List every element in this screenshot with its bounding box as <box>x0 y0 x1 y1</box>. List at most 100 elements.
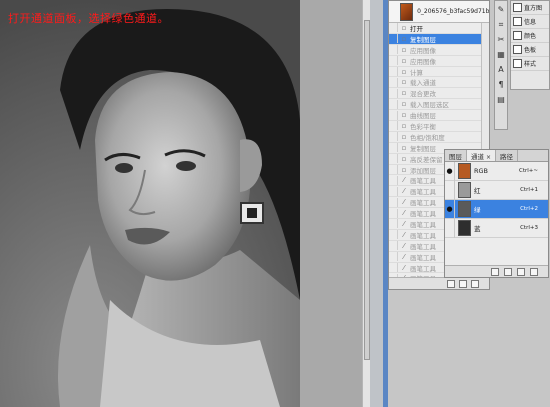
save-selection-icon[interactable] <box>504 267 512 276</box>
note-icon[interactable]: ▤ <box>495 94 507 106</box>
brush-icon[interactable]: ✎ <box>495 4 507 16</box>
history-source-checkbox[interactable] <box>389 252 398 262</box>
history-source-checkbox[interactable] <box>389 219 398 229</box>
new-document-icon[interactable] <box>447 279 455 288</box>
load-selection-icon[interactable] <box>491 267 499 276</box>
history-source-checkbox[interactable] <box>389 99 398 109</box>
dock-item[interactable]: 直方图 <box>511 1 549 15</box>
step-icon: ▫ <box>401 34 407 43</box>
grid-icon[interactable]: ▦ <box>495 49 507 61</box>
visibility-eye-icon[interactable]: ● <box>445 161 455 181</box>
history-snapshot[interactable]: 0_206576_b3fac59d71b... <box>389 1 489 23</box>
history-item[interactable]: ▫ 应用图像 <box>389 56 489 67</box>
dock-item[interactable]: 信息 <box>511 15 549 29</box>
history-item[interactable]: ▫ 应用图像 <box>389 45 489 56</box>
channel-footer <box>445 265 548 277</box>
scissors-icon[interactable]: ✂ <box>495 34 507 46</box>
channel-list: ● RGB Ctrl+~ 红 Ctrl+1 ● 绿 Ctrl+2 蓝 Ctrl+3 <box>445 161 548 238</box>
history-source-checkbox[interactable] <box>389 263 398 273</box>
channel-thumbnail <box>458 163 471 179</box>
text-icon[interactable]: A <box>495 64 507 76</box>
history-source-checkbox[interactable] <box>389 154 398 164</box>
visibility-eye-icon[interactable] <box>445 180 455 200</box>
history-source-checkbox[interactable] <box>389 77 398 87</box>
canvas-divider <box>370 0 383 407</box>
history-item[interactable]: ▫ 复制图层 <box>389 33 489 45</box>
channel-shortcut: Ctrl+1 <box>520 187 538 193</box>
channel-row[interactable]: ● 绿 Ctrl+2 <box>445 199 548 219</box>
history-source-checkbox[interactable] <box>389 143 398 153</box>
brush-icon: ⁄ <box>403 209 405 218</box>
visibility-eye-icon[interactable] <box>445 218 455 238</box>
history-source-checkbox[interactable] <box>389 241 398 251</box>
history-source-checkbox[interactable] <box>389 186 398 196</box>
history-item-label: 画笔工具 <box>410 199 436 208</box>
new-snapshot-icon[interactable] <box>459 279 467 288</box>
trash-icon[interactable] <box>471 279 479 288</box>
history-source-checkbox[interactable] <box>389 121 398 131</box>
right-dock: 直方图信息 颜色 色板 样式 <box>510 0 550 90</box>
history-item-label: 高反差保留 <box>410 155 443 164</box>
history-source-checkbox[interactable] <box>389 165 398 175</box>
history-item-label: 混合更改 <box>410 90 436 99</box>
history-item[interactable]: ▫ 打开 <box>389 23 489 34</box>
channel-row[interactable]: ● RGB Ctrl+~ <box>445 161 548 181</box>
new-channel-icon[interactable] <box>517 267 525 276</box>
history-item[interactable]: ▫ 载入通道 <box>389 77 489 89</box>
history-source-checkbox[interactable] <box>389 175 398 185</box>
channel-shortcut: Ctrl+3 <box>520 225 538 231</box>
histogram-icon <box>513 3 522 12</box>
history-footer <box>389 277 489 289</box>
step-icon: ▫ <box>401 78 407 87</box>
history-source-checkbox[interactable] <box>389 45 398 55</box>
step-icon: ▫ <box>401 89 407 98</box>
tab-layers[interactable]: 图层 <box>445 150 467 161</box>
history-source-checkbox[interactable] <box>389 56 398 66</box>
paragraph-icon[interactable]: ¶ <box>495 79 507 91</box>
history-source-checkbox[interactable] <box>389 67 398 76</box>
channel-tabs: 图层 通道 × 路径 <box>445 150 548 162</box>
history-item[interactable]: ▫ 色彩平衡 <box>389 121 489 132</box>
channel-name: 红 <box>474 187 481 195</box>
history-source-checkbox[interactable] <box>389 23 398 33</box>
history-item-label: 色相/饱和度 <box>410 133 445 142</box>
dock-item[interactable]: 颜色 <box>511 29 549 43</box>
open-icon: ▫ <box>401 23 407 32</box>
step-icon: ▫ <box>401 100 407 109</box>
tab-channels[interactable]: 通道 × <box>467 150 497 161</box>
history-item[interactable]: ▫ 色相/饱和度 <box>389 132 489 143</box>
dock-item[interactable]: 色板 <box>511 43 549 57</box>
styles-icon <box>513 59 522 68</box>
history-source-checkbox[interactable] <box>389 208 398 218</box>
document-canvas[interactable]: 打开通道面板，选择绿色通道。 <box>0 0 383 407</box>
channel-row[interactable]: 红 Ctrl+1 <box>445 180 548 200</box>
history-item-label: 打开 <box>410 24 423 33</box>
history-item[interactable]: ▫ 载入图层选区 <box>389 99 489 111</box>
dock-item-label: 直方图 <box>524 5 543 12</box>
canvas-scrollbar[interactable] <box>362 0 370 407</box>
channel-name: 蓝 <box>474 225 481 233</box>
dock-item[interactable]: 样式 <box>511 57 549 71</box>
channel-row[interactable]: 蓝 Ctrl+3 <box>445 218 548 238</box>
history-item-label: 画笔工具 <box>410 253 436 262</box>
history-source-checkbox[interactable] <box>389 197 398 207</box>
trash-icon[interactable] <box>530 267 538 276</box>
visibility-eye-icon[interactable]: ● <box>445 199 455 219</box>
history-source-checkbox[interactable] <box>389 230 398 240</box>
history-source-checkbox[interactable] <box>389 88 398 98</box>
history-source-checkbox[interactable] <box>389 110 398 120</box>
history-item[interactable]: ▫ 曲线图层 <box>389 110 489 122</box>
channel-name: 绿 <box>474 206 481 214</box>
channel-shortcut: Ctrl+2 <box>520 206 538 212</box>
close-icon[interactable]: × <box>486 154 491 161</box>
crop-icon[interactable]: ⌗ <box>495 19 507 31</box>
history-source-checkbox[interactable] <box>389 132 398 142</box>
history-item[interactable]: ▫ 计算 <box>389 67 489 78</box>
tab-paths[interactable]: 路径 <box>496 150 519 161</box>
step-icon: ▫ <box>401 56 407 65</box>
step-icon: ▫ <box>401 132 407 141</box>
channel-thumbnail <box>458 201 471 217</box>
history-item-label: 添加图层 <box>410 166 436 175</box>
history-item[interactable]: ▫ 混合更改 <box>389 88 489 100</box>
history-source-checkbox[interactable] <box>389 34 398 44</box>
